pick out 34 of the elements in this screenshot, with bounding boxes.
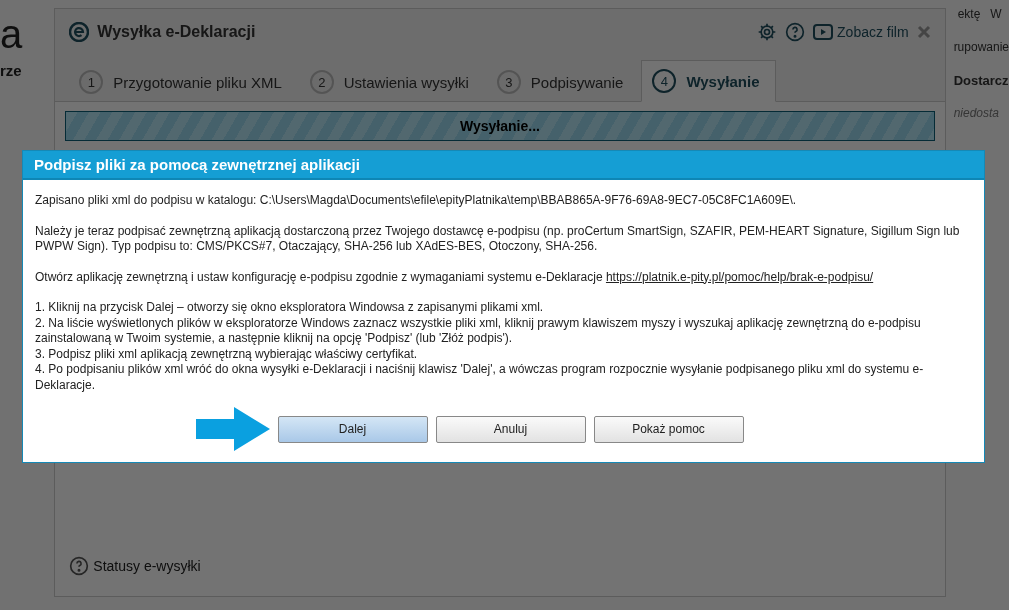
video-link[interactable]: Zobacz film xyxy=(837,24,909,40)
progress-label: Wysyłanie... xyxy=(460,118,540,134)
instruction-text: Zapisano pliki xml do podpisu w katalogu: C:\Users\Magda\Documents\efile\epityPlatnika\temp\BBAB865A-9F76-69A8-9EC7-05C8FC1A609E\. xyxy=(35,193,798,209)
background-text: niedosta xyxy=(953,105,1000,122)
step-text: 2. Na liście wyświetlonych plików w eksploratorze Windows zaznacz wszystkie pliki xml, kliknij prawym klawiszem myszy i wyszukaj aplikację zewnętrzną do e-podpisu zainstalowaną w Twoim systemie, a następnie kliknij na opcję 'Podpisz' (lub 'Złóż podpis'). xyxy=(35,315,922,347)
dialog-button[interactable]: Pokaż pomoc xyxy=(593,415,744,443)
help-icon[interactable] xyxy=(785,22,806,42)
help-link[interactable]: https://platnik.e-pity.pl/pomoc/help/brak-e-podpisu/ xyxy=(605,269,874,284)
background-text: a xyxy=(0,12,24,56)
arrow-icon xyxy=(195,407,270,451)
step-tab[interactable]: 3 Podpisywanie xyxy=(486,62,640,102)
dialog-button[interactable]: Dalej xyxy=(277,415,428,443)
background-text: rupowanie xyxy=(953,39,1009,56)
statuses-link[interactable]: Statusy e-wysyłki xyxy=(93,558,201,574)
step-text: 3. Podpisz pliki xml aplikacją zewnętrzną wybierając właściwy certyfikat. xyxy=(35,346,419,362)
dialog-button[interactable]: Anuluj xyxy=(435,415,586,443)
close-icon[interactable] xyxy=(916,25,931,39)
logo-icon xyxy=(69,22,90,42)
step-text: 1. Kliknij na przycisk Dalej – otworzy się okno eksploratora Windowsa z zapisanymi plikami xml. xyxy=(35,300,545,316)
step-text: 4. Po podpisaniu plików xml wróć do okna wysyłki e-Deklaracji i naciśnij klawisz 'Dalej', a wówczas program rozpocznie wysyłanie podpisanego pliku xml do systemu e-Deklaracje. xyxy=(35,362,925,393)
step-tab[interactable]: 4 Wysyłanie xyxy=(641,60,777,102)
instruction-text: Należy je teraz podpisać zewnętrzną aplikacją dostarczoną przez Twojego dostawcę e-podpisu (np. proCertum SmartSign, SZAFIR, PEM-HEART Signature, Sigillum Sign lub PWPW Sign). Typ podpisu to: CMS/PKCS#7, Otaczający, SHA-256 lub XAdES-BES, Otoczony, SHA-256. xyxy=(35,223,961,255)
step-tab[interactable]: 1 Przygotowanie pliku XML xyxy=(69,62,298,102)
window-title: Wysyłka e-Deklaracji xyxy=(97,23,257,41)
background-text: ektę xyxy=(957,5,981,23)
step-tab[interactable]: 2 Ustawienia wysyłki xyxy=(299,62,485,102)
settings-icon[interactable] xyxy=(757,22,778,42)
dialog-title: Podpisz pliki za pomocą zewnętrznej aplikacji xyxy=(23,151,984,180)
help-icon[interactable] xyxy=(69,556,90,576)
instruction-text: Otwórz aplikację zewnętrzną i ustaw konfigurację e-podpisu zgodnie z wymaganiami systemu e-Deklaracje https://platnik.e-pity.pl/pomoc/help/brak-e-podpisu/ xyxy=(35,269,875,285)
background-text: Dostarcz xyxy=(953,72,1009,90)
video-icon[interactable] xyxy=(813,24,834,40)
background-text: rze xyxy=(0,62,23,79)
background-text: W xyxy=(990,5,1002,23)
